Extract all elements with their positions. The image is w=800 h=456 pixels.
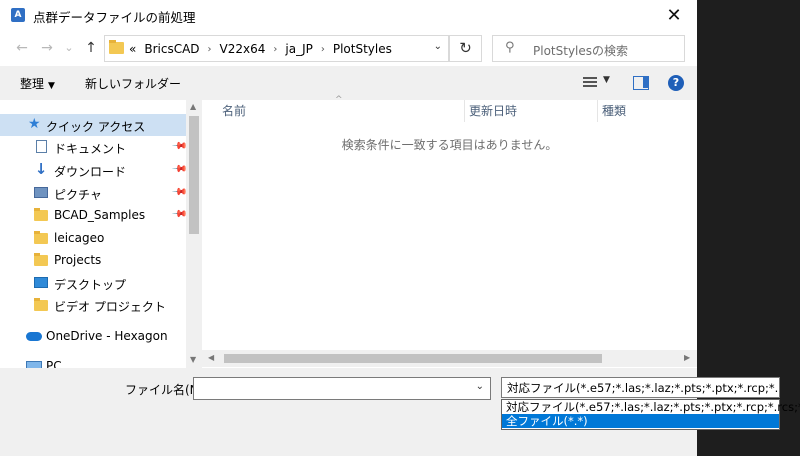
new-folder-button[interactable]: 新しいフォルダー xyxy=(85,75,181,92)
breadcrumb: « BricsCAD › V22x64 › ja_JP › PlotStyles xyxy=(129,42,392,56)
preview-pane-icon[interactable] xyxy=(633,76,649,90)
close-button[interactable]: ✕ xyxy=(651,0,697,31)
chevron-right-icon[interactable]: › xyxy=(208,44,212,55)
horizontal-scrollbar[interactable]: ◀ ▶ xyxy=(202,350,697,367)
sidebar-item-label: leicageo xyxy=(54,231,105,245)
cloud-icon xyxy=(26,332,42,341)
folder-icon xyxy=(34,208,48,221)
sidebar-item-label: Projects xyxy=(54,253,102,267)
sidebar-item-documents[interactable]: ドキュメント 📌 xyxy=(0,136,188,158)
breadcrumb-item[interactable]: PlotStyles xyxy=(333,42,392,56)
breadcrumb-item[interactable]: BricsCAD xyxy=(144,42,199,56)
file-type-select[interactable]: 対応ファイル(*.e57;*.las;*.laz;*.pts;*.ptx;*.r… xyxy=(501,377,780,398)
sidebar-scroll-thumb[interactable] xyxy=(189,116,199,234)
search-placeholder: PlotStylesの検索 xyxy=(533,44,629,58)
organize-label: 整理 xyxy=(20,77,45,91)
app-icon: A xyxy=(11,8,25,22)
column-divider[interactable] xyxy=(464,100,465,122)
folder-icon xyxy=(34,253,48,266)
up-arrow-icon[interactable]: ↑ xyxy=(82,39,100,57)
sidebar-item-downloads[interactable]: ↓ ダウンロード 📌 xyxy=(0,159,188,181)
refresh-button[interactable]: ↻ xyxy=(449,35,482,62)
sidebar-item-label: ピクチャ xyxy=(54,188,102,202)
file-type-option-highlighted[interactable]: 全ファイル(*.*) xyxy=(502,414,779,428)
navigation-bar: ← → ⌄ ↑ « BricsCAD › V22x64 › ja_JP › Pl… xyxy=(0,31,697,66)
empty-message: 検索条件に一致する項目はありません。 xyxy=(341,138,558,152)
scroll-left-icon[interactable]: ◀ xyxy=(208,353,214,362)
sidebar-item-label: OneDrive - Hexagon xyxy=(46,329,168,343)
help-icon[interactable]: ? xyxy=(668,75,684,91)
command-toolbar: 整理 ▼ 新しいフォルダー ▼ ? xyxy=(0,66,697,100)
file-type-option[interactable]: 対応ファイル(*.e57;*.las;*.laz;*.pts;*.ptx;*.r… xyxy=(502,400,800,414)
desktop-icon xyxy=(34,277,48,288)
folder-icon xyxy=(34,298,48,311)
forward-arrow-icon[interactable]: → xyxy=(38,39,56,57)
chevron-right-icon[interactable]: › xyxy=(273,44,277,55)
document-icon xyxy=(36,140,47,153)
sort-ascending-icon: ^ xyxy=(335,95,343,105)
address-bar[interactable]: « BricsCAD › V22x64 › ja_JP › PlotStyles… xyxy=(104,35,449,62)
column-header-modified[interactable]: 更新日時 xyxy=(469,102,517,122)
sidebar-item-leicageo[interactable]: leicageo xyxy=(0,227,186,249)
chevron-down-icon[interactable]: ⌄ xyxy=(434,41,442,52)
caret-down-icon: ▼ xyxy=(48,81,55,91)
sidebar-item-label: デスクトップ xyxy=(54,278,127,292)
breadcrumb-item[interactable]: V22x64 xyxy=(220,42,266,56)
organize-button[interactable]: 整理 ▼ xyxy=(20,75,55,92)
pc-icon xyxy=(26,361,42,368)
scroll-up-icon[interactable]: ▲ xyxy=(190,102,196,111)
view-options-icon[interactable] xyxy=(583,77,597,88)
sidebar-item-onedrive[interactable]: OneDrive - Hexagon xyxy=(0,325,186,347)
file-type-dropdown-list: 対応ファイル(*.e57;*.las;*.laz;*.pts;*.ptx;*.r… xyxy=(501,399,800,430)
search-icon: ⚲ xyxy=(505,40,515,55)
caret-down-icon[interactable]: ▼ xyxy=(603,75,610,85)
sidebar-item-label: ドキュメント xyxy=(54,142,127,156)
scroll-right-icon[interactable]: ▶ xyxy=(684,353,690,362)
sidebar-item-label: PC xyxy=(46,359,62,368)
title-bar: A 点群データファイルの前処理 ✕ xyxy=(0,0,697,31)
sidebar-item-projects[interactable]: Projects xyxy=(0,249,186,271)
sidebar-item-pictures[interactable]: ピクチャ 📌 xyxy=(0,182,188,204)
file-name-input[interactable]: ⌄ xyxy=(193,377,491,400)
chevron-right-icon[interactable]: › xyxy=(321,44,325,55)
column-header-type[interactable]: 種類 xyxy=(602,102,626,122)
sidebar-item-label: ビデオ プロジェクト xyxy=(54,300,166,314)
history-chevron-icon[interactable]: ⌄ xyxy=(60,39,78,57)
breadcrumb-overflow[interactable]: « xyxy=(129,42,136,56)
star-icon: ★ xyxy=(28,116,41,132)
column-divider[interactable] xyxy=(597,100,598,122)
sidebar-item-quick-access[interactable]: ★ クイック アクセス xyxy=(0,114,186,136)
sidebar-item-video-projects[interactable]: ビデオ プロジェクト xyxy=(0,294,186,316)
column-header-name[interactable]: 名前 xyxy=(222,102,246,122)
sidebar-item-label: クイック アクセス xyxy=(46,120,146,134)
sidebar-item-pc[interactable]: PC xyxy=(0,355,186,368)
breadcrumb-item[interactable]: ja_JP xyxy=(285,42,312,56)
navigation-pane: ★ クイック アクセス ドキュメント 📌 ↓ ダウンロード 📌 ピクチャ 📌 B… xyxy=(0,100,202,368)
file-list[interactable]: ^ 名前 更新日時 種類 検索条件に一致する項目はありません。 ◀ ▶ xyxy=(202,95,697,368)
horizontal-scroll-thumb[interactable] xyxy=(224,354,602,363)
pictures-icon xyxy=(34,187,48,198)
sidebar-item-label: ダウンロード xyxy=(54,165,127,179)
chevron-down-icon[interactable]: ⌄ xyxy=(476,381,484,392)
download-icon: ↓ xyxy=(34,160,48,178)
folder-icon xyxy=(34,231,48,244)
folder-icon xyxy=(109,40,124,54)
back-arrow-icon[interactable]: ← xyxy=(13,39,31,57)
window-title: 点群データファイルの前処理 xyxy=(33,10,196,25)
sidebar-item-bcad-samples[interactable]: BCAD_Samples 📌 xyxy=(0,204,188,226)
sidebar-item-label: BCAD_Samples xyxy=(54,208,146,222)
sidebar-item-desktop[interactable]: デスクトップ xyxy=(0,272,186,294)
search-input[interactable]: ⚲ PlotStylesの検索 xyxy=(492,35,685,62)
scroll-down-icon[interactable]: ▼ xyxy=(190,355,196,364)
